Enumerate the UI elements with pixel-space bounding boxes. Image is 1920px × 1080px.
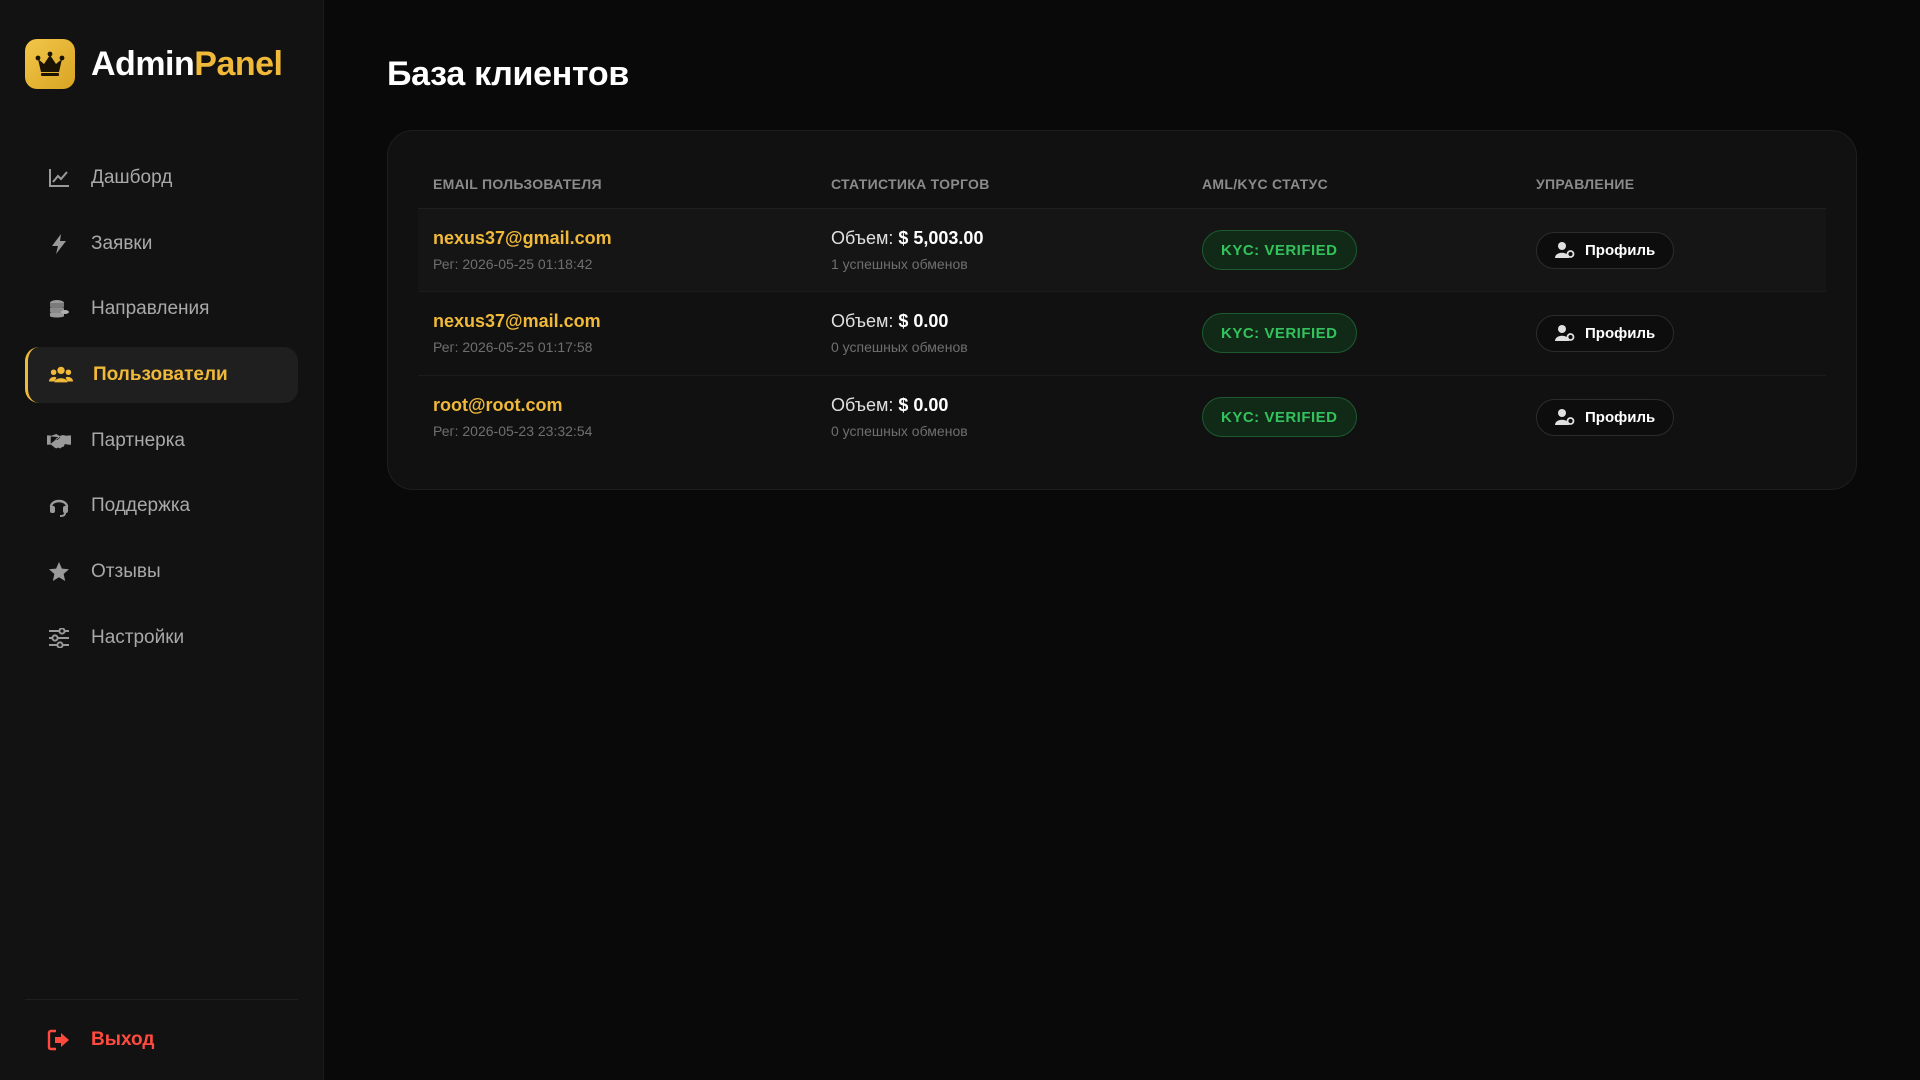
logout-icon [47, 1028, 71, 1052]
headset-icon [47, 494, 71, 518]
bolt-icon [47, 232, 71, 256]
chart-line-icon [47, 166, 71, 190]
coins-icon [47, 297, 71, 321]
volume-label: Объем: [831, 228, 894, 249]
brand-name-part1: Admin [91, 44, 195, 83]
sidebar-item-label: Заявки [91, 232, 153, 254]
sliders-icon [47, 626, 71, 650]
app-root: AdminPanel Дашборд Заявки Направления По… [0, 0, 1920, 1080]
user-reg-date: Рег: 2026-05-23 23:32:54 [433, 423, 593, 440]
cell-actions: Профиль [1536, 231, 1826, 269]
table-row: nexus37@gmail.com Рег: 2026-05-25 01:18:… [418, 209, 1826, 293]
sidebar-item-label: Отзывы [91, 561, 161, 583]
logo[interactable]: AdminPanel [25, 37, 298, 91]
profile-button[interactable]: Профиль [1536, 231, 1675, 269]
user-reg-date: Рег: 2026-05-25 01:17:58 [433, 339, 593, 356]
successful-exchanges: 1 успешных обменов [831, 256, 968, 273]
trade-volume: Объем: $ 5,003.00 [831, 228, 1202, 249]
sidebar-nav: Дашборд Заявки Направления Пользователи [25, 150, 298, 676]
table-header: Email пользователя Статистика торгов AML… [418, 159, 1826, 209]
trade-volume: Объем: $ 0.00 [831, 395, 1202, 416]
sidebar-item-label: Пользователи [93, 364, 228, 386]
column-header-actions: Управление [1536, 175, 1635, 192]
table-row: root@root.com Рег: 2026-05-23 23:32:54 О… [418, 376, 1826, 459]
sidebar-item-label: Настройки [91, 626, 185, 648]
cell-email: root@root.com Рег: 2026-05-23 23:32:54 [433, 395, 831, 439]
cell-kyc: KYC: VERIFIED [1202, 397, 1536, 438]
user-cog-icon [1555, 407, 1575, 427]
sidebar-item-label: Дашборд [91, 167, 173, 188]
brand-name-part2: Panel [194, 44, 283, 83]
crown-icon [25, 39, 75, 89]
page-title: База клиентов [387, 55, 629, 93]
brand-name: AdminPanel [91, 45, 283, 84]
logout-button[interactable]: Выход [25, 1000, 298, 1080]
user-cog-icon [1555, 323, 1575, 343]
volume-value: $ 5,003.00 [898, 228, 984, 249]
profile-button-label: Профиль [1585, 408, 1656, 426]
sidebar-item-directions[interactable]: Направления [25, 281, 298, 337]
sidebar-item-orders[interactable]: Заявки [25, 216, 298, 272]
logout-label: Выход [91, 1029, 155, 1050]
sidebar-item-settings[interactable]: Настройки [25, 610, 298, 666]
star-icon [47, 560, 71, 584]
profile-button[interactable]: Профиль [1536, 314, 1675, 352]
column-header-kyc: AML/KYC Статус [1202, 175, 1329, 192]
kyc-status-badge: KYC: VERIFIED [1202, 397, 1357, 438]
sidebar-item-users[interactable]: Пользователи [25, 347, 298, 404]
sidebar-item-dashboard[interactable]: Дашборд [25, 150, 298, 206]
kyc-status-badge: KYC: VERIFIED [1202, 313, 1357, 354]
volume-value: $ 0.00 [898, 311, 949, 332]
volume-label: Объем: [831, 311, 894, 332]
cell-actions: Профиль [1536, 314, 1826, 352]
user-reg-date: Рег: 2026-05-25 01:18:42 [433, 256, 593, 273]
successful-exchanges: 0 успешных обменов [831, 423, 968, 440]
cell-email: nexus37@mail.com Рег: 2026-05-25 01:17:5… [433, 311, 831, 355]
cell-stats: Объем: $ 0.00 0 успешных обменов [831, 395, 1202, 439]
successful-exchanges: 0 успешных обменов [831, 339, 968, 356]
profile-button-label: Профиль [1585, 241, 1656, 259]
sidebar-item-partners[interactable]: Партнерка [25, 413, 298, 469]
profile-button[interactable]: Профиль [1536, 398, 1675, 436]
main-content: База клиентов Email пользователя Статист… [324, 0, 1920, 1080]
user-email[interactable]: nexus37@gmail.com [433, 228, 831, 249]
sidebar-item-label: Направления [91, 298, 210, 320]
sidebar: AdminPanel Дашборд Заявки Направления По… [0, 0, 324, 1080]
profile-button-label: Профиль [1585, 324, 1656, 342]
volume-value: $ 0.00 [898, 395, 949, 416]
column-header-stats: Статистика торгов [831, 175, 990, 192]
clients-table-card: Email пользователя Статистика торгов AML… [387, 130, 1857, 490]
sidebar-item-label: Партнерка [91, 429, 185, 451]
handshake-icon [47, 429, 71, 453]
user-email[interactable]: root@root.com [433, 395, 831, 416]
users-icon [49, 363, 73, 387]
volume-label: Объем: [831, 395, 894, 416]
cell-stats: Объем: $ 5,003.00 1 успешных обменов [831, 228, 1202, 272]
kyc-status-badge: KYC: VERIFIED [1202, 230, 1357, 271]
column-header-email: Email пользователя [433, 175, 602, 192]
user-cog-icon [1555, 240, 1575, 260]
user-email[interactable]: nexus37@mail.com [433, 311, 831, 332]
sidebar-item-support[interactable]: Поддержка [25, 478, 298, 534]
cell-kyc: KYC: VERIFIED [1202, 313, 1536, 354]
sidebar-item-reviews[interactable]: Отзывы [25, 544, 298, 600]
cell-actions: Профиль [1536, 398, 1826, 436]
cell-email: nexus37@gmail.com Рег: 2026-05-25 01:18:… [433, 228, 831, 272]
trade-volume: Объем: $ 0.00 [831, 311, 1202, 332]
sidebar-item-label: Поддержка [91, 495, 191, 517]
cell-stats: Объем: $ 0.00 0 успешных обменов [831, 311, 1202, 355]
cell-kyc: KYC: VERIFIED [1202, 230, 1536, 271]
table-row: nexus37@mail.com Рег: 2026-05-25 01:17:5… [418, 292, 1826, 376]
